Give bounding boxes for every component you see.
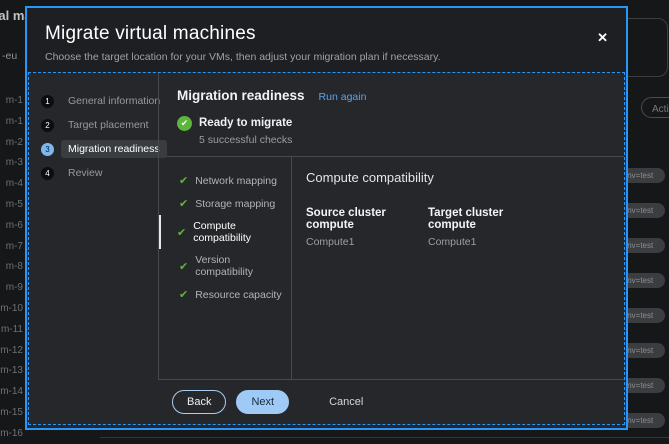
wizard-step-nav: 1General information 2 Target placement 3Mi… [29,73,159,424]
wizard-step-target-placement[interactable]: 2 Target placement [29,113,159,137]
check-detail-panel: Compute compatibility Source cluster com… [292,157,624,379]
detail-column-header: Target cluster compute [428,207,550,231]
step-number-badge: 2 [41,119,54,132]
check-label: Resource capacity [195,289,281,301]
close-icon[interactable]: ✕ [595,29,610,46]
step-label: Target placement [61,116,156,134]
wizard-step-review[interactable]: 4 Review [29,161,159,185]
detail-column-value: Compute1 [306,236,428,248]
readiness-checks-area: ✔ Network mapping ✔ Storage mapping ✔ Compute… [159,156,624,379]
background-vm-row: m-10 [0,303,23,314]
background-vm-row: m-1 [6,116,23,127]
check-detail-heading: Compute compatibility [306,170,624,185]
check-item-version-compatibility[interactable]: ✔ Version compatibility [159,249,291,283]
detail-column: Source cluster compute Compute1 [306,207,428,248]
check-label: Network mapping [195,175,277,187]
readiness-heading: Migration readiness [177,88,305,103]
detail-column: Target cluster compute Compute1 [428,207,550,248]
readiness-header: Migration readiness Run again ✔ Ready to… [159,73,624,156]
background-vm-row: m-3 [6,157,23,168]
step-number-badge: 1 [41,95,54,108]
step-number-badge: 4 [41,167,54,180]
success-check-icon: ✔ [177,116,192,131]
check-success-icon: ✔ [177,226,186,239]
wizard-step-general-information[interactable]: 1General information [29,89,159,113]
check-label: Compute compatibility [193,220,287,244]
cancel-button[interactable]: Cancel [315,391,377,413]
wizard-footer: Back Next Cancel [159,379,624,424]
step-label: Review [61,164,109,182]
checks-list: ✔ Network mapping ✔ Storage mapping ✔ Compute… [159,157,292,379]
check-item-resource-capacity[interactable]: ✔ Resource capacity [159,283,291,306]
step-label: Migration readiness [61,140,167,158]
step-number-badge: 3 [41,143,54,156]
background-vm-row: m-2 [6,137,23,148]
modal-header: Migrate virtual machines Choose the targ… [27,8,626,72]
wizard-content: Migration readiness Run again ✔ Ready to… [159,73,624,424]
run-again-link[interactable]: Run again [319,91,367,103]
background-vm-row: m-1 [6,95,23,106]
background-vm-row: m-5 [6,199,23,210]
background-vm-row: m-14 [0,386,23,397]
readiness-status-title: Ready to migrate [199,116,292,131]
background-vm-row: m-4 [6,178,23,189]
background-cluster-label: -eu [2,50,17,62]
check-success-icon: ✔ [179,197,188,210]
actions-button[interactable]: Actions [641,97,669,118]
background-vm-row: m-13 [0,365,23,376]
step-label: General information [61,92,167,110]
back-button[interactable]: Back [172,390,226,414]
detail-column-value: Compute1 [428,236,550,248]
screen: Virtual machines -eu m-1m-1m-2m-3m-4m-5m… [0,0,669,444]
check-label: Version compatibility [195,254,287,278]
background-vm-row: m-11 [1,324,23,335]
check-item-storage-mapping[interactable]: ✔ Storage mapping [159,192,291,215]
detail-column-header: Source cluster compute [306,207,428,231]
check-success-icon: ✔ [179,260,188,273]
background-vm-row: m-12 [0,345,23,356]
check-success-icon: ✔ [179,174,188,187]
migrate-vm-modal: Migrate virtual machines Choose the targ… [25,6,628,430]
check-label: Storage mapping [195,198,275,210]
background-vm-row: m-8 [6,261,23,272]
wizard-step-migration-readiness[interactable]: 3Migration readiness [29,137,159,161]
readiness-status-subtitle: 5 successful checks [199,134,292,146]
modal-title: Migrate virtual machines [45,23,608,45]
background-vm-row: m-6 [6,220,23,231]
check-item-network-mapping[interactable]: ✔ Network mapping [159,169,291,192]
check-success-icon: ✔ [179,288,188,301]
check-item-compute-compatibility[interactable]: ✔ Compute compatibility [159,215,291,249]
modal-subtitle: Choose the target location for your VMs,… [45,51,608,63]
background-divider [100,437,669,438]
background-vm-row: m-15 [0,407,23,418]
next-button[interactable]: Next [236,390,289,414]
background-vm-row: m-7 [6,241,23,252]
wizard-body: 1General information2Target placement3Mi… [28,72,625,425]
background-vm-row: m-9 [6,282,23,293]
background-vm-row: m-16 [0,428,23,439]
